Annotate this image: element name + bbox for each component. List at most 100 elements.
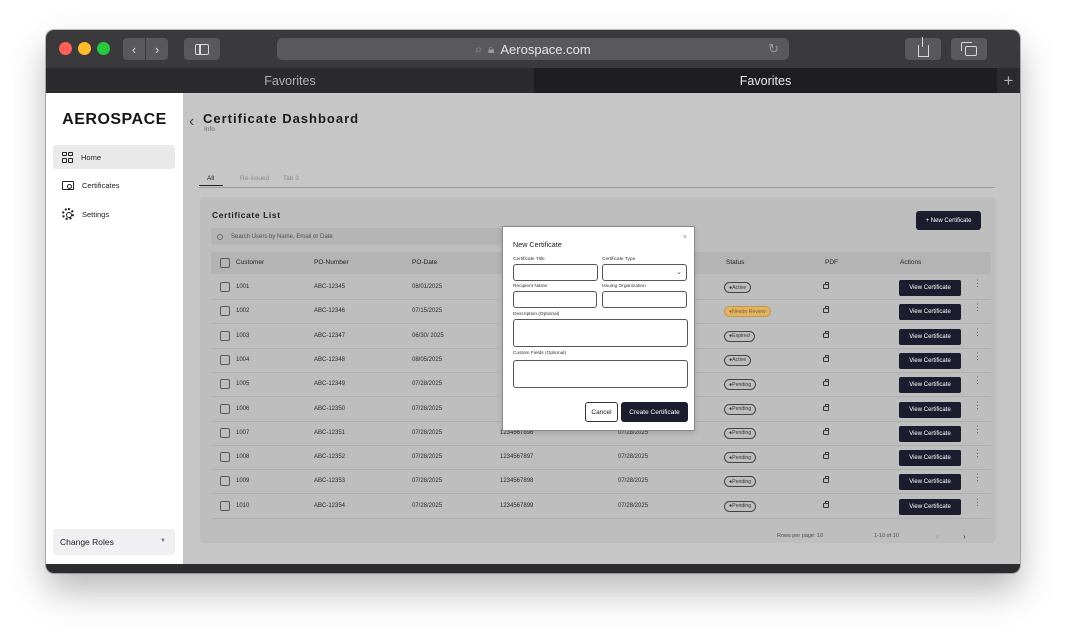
row-checkbox[interactable] [220,330,230,341]
view-certificate-button[interactable]: View Certificate [899,474,961,491]
view-certificate-button[interactable]: View Certificate [899,280,961,296]
browser-tab-1[interactable]: Favorites [46,68,534,93]
back-button[interactable]: ‹ [123,38,145,60]
row-checkbox[interactable] [220,354,230,365]
cell-po-date: 08/05/2025 [412,356,443,363]
col-pdf: PDF [825,259,838,266]
prev-page-icon[interactable]: ‹ [936,532,939,541]
printer-icon[interactable] [823,330,829,338]
zoom-window-button[interactable] [97,42,110,55]
view-certificate-button[interactable]: View Certificate [899,377,961,394]
row-checkbox[interactable] [220,379,230,390]
printer-icon[interactable] [823,354,829,362]
create-certificate-button[interactable]: Create Certificate [621,402,688,422]
new-certificate-button[interactable]: + New Certificate [916,211,981,230]
chevron-down-icon: ⌄ [676,269,682,276]
forward-button[interactable]: › [146,38,168,60]
custom-fields-textarea[interactable] [513,360,688,388]
lock-icon: 🔒︎ [488,41,495,56]
sidebar-item-settings[interactable]: Settings [53,202,175,226]
description-textarea[interactable] [513,319,688,347]
view-certificate-button[interactable]: View Certificate [899,328,961,345]
row-checkbox[interactable] [220,427,230,438]
back-chevron-icon[interactable]: ‹ [189,113,194,131]
row-checkbox[interactable] [220,476,230,487]
search-input[interactable]: Search Users by Name, Email or Date [211,228,511,245]
more-options-icon[interactable]: ⋮ [973,303,982,312]
cell-customer: 1001 [236,284,250,290]
status-badge: ● Pending [724,427,757,439]
description-label: Description (Optional) [513,312,560,317]
more-options-icon[interactable]: ⋮ [973,497,982,506]
address-bar[interactable]: ⌕ 🔒︎ Aerospace.com ↻ [277,38,789,60]
cell-customer: 1009 [236,478,250,485]
printer-icon[interactable] [823,379,829,387]
row-checkbox[interactable] [220,282,230,292]
printer-icon[interactable] [823,500,829,508]
printer-icon[interactable] [823,403,829,411]
printer-icon[interactable] [823,427,829,435]
cell-po-number: ABC-12351 [314,429,346,436]
more-options-icon[interactable]: ⋮ [973,279,982,288]
sidebar-item-label: Settings [82,209,110,219]
certificate-title-input[interactable] [513,264,598,281]
cell-customer: 1003 [236,332,250,339]
browser-tab-2[interactable]: Favorites [534,68,997,93]
status-badge: ● Pending [724,452,757,464]
printer-icon[interactable] [823,452,829,460]
cell-customer: 1010 [236,502,250,509]
certificate-icon [62,180,74,190]
more-options-icon[interactable]: ⋮ [973,449,982,458]
more-options-icon[interactable]: ⋮ [973,400,982,409]
more-options-icon[interactable]: ⋮ [973,327,982,336]
cell-po-date: 07/28/2025 [412,502,443,509]
cell-number: 1234567898 [500,478,534,485]
change-roles-select[interactable]: Change Roles ▼ [53,529,175,555]
cell-customer: 1006 [236,405,250,412]
minimize-window-button[interactable] [78,42,91,55]
row-checkbox[interactable] [220,452,230,463]
close-window-button[interactable] [59,42,72,55]
sidebar-toggle-button[interactable] [184,38,220,60]
table-row: 1009 ABC-12353 07/28/2025 1234567898 07/28/2… [211,470,991,495]
new-tab-button[interactable]: + [997,68,1020,93]
show-tabs-button[interactable] [951,38,987,60]
more-options-icon[interactable]: ⋮ [973,424,982,433]
rows-per-page[interactable]: Rows per page: 10 [777,533,823,539]
issuing-organization-input[interactable] [602,291,687,308]
view-certificate-button[interactable]: View Certificate [899,498,961,515]
more-options-icon[interactable]: ⋮ [973,473,982,482]
col-po-number: PO-Number [314,259,349,266]
cell-po-date: 07/28/2025 [412,381,443,388]
row-checkbox[interactable] [220,403,230,414]
sidebar-item-certificates[interactable]: Certificates [53,173,175,197]
window-bottom-bar [46,564,1020,573]
share-button[interactable] [905,37,941,60]
view-certificate-button[interactable]: View Certificate [899,425,961,442]
row-checkbox[interactable] [220,500,230,511]
row-checkbox[interactable] [220,306,230,317]
more-options-icon[interactable]: ⋮ [973,376,982,385]
tab-all[interactable]: All [198,175,224,186]
printer-icon[interactable] [823,476,829,484]
tab-3[interactable]: Tab 3 [283,175,299,182]
tabs-icon [960,41,977,56]
select-all-checkbox[interactable] [220,258,230,268]
view-certificate-button[interactable]: View Certificate [899,352,961,369]
sidebar-item-home[interactable]: Home [53,145,175,169]
close-icon[interactable]: × [683,234,687,241]
printer-icon[interactable] [823,306,829,314]
next-page-icon[interactable]: › [963,532,966,541]
certificate-type-select[interactable]: ⌄ [602,264,687,281]
cancel-button[interactable]: Cancel [585,402,618,422]
more-options-icon[interactable]: ⋮ [973,351,982,360]
view-certificate-button[interactable]: View Certificate [899,401,961,418]
cell-po-number: ABC-12347 [314,332,346,339]
sidebar: AEROSPACE Home Certificates Settings Cha… [46,93,183,564]
view-certificate-button[interactable]: View Certificate [899,304,961,321]
recipient-name-input[interactable] [513,291,597,308]
tab-re-issued[interactable]: Re-issued [240,175,269,182]
printer-icon[interactable] [823,282,829,289]
reload-icon[interactable]: ↻ [768,41,779,57]
view-certificate-button[interactable]: View Certificate [899,450,961,467]
